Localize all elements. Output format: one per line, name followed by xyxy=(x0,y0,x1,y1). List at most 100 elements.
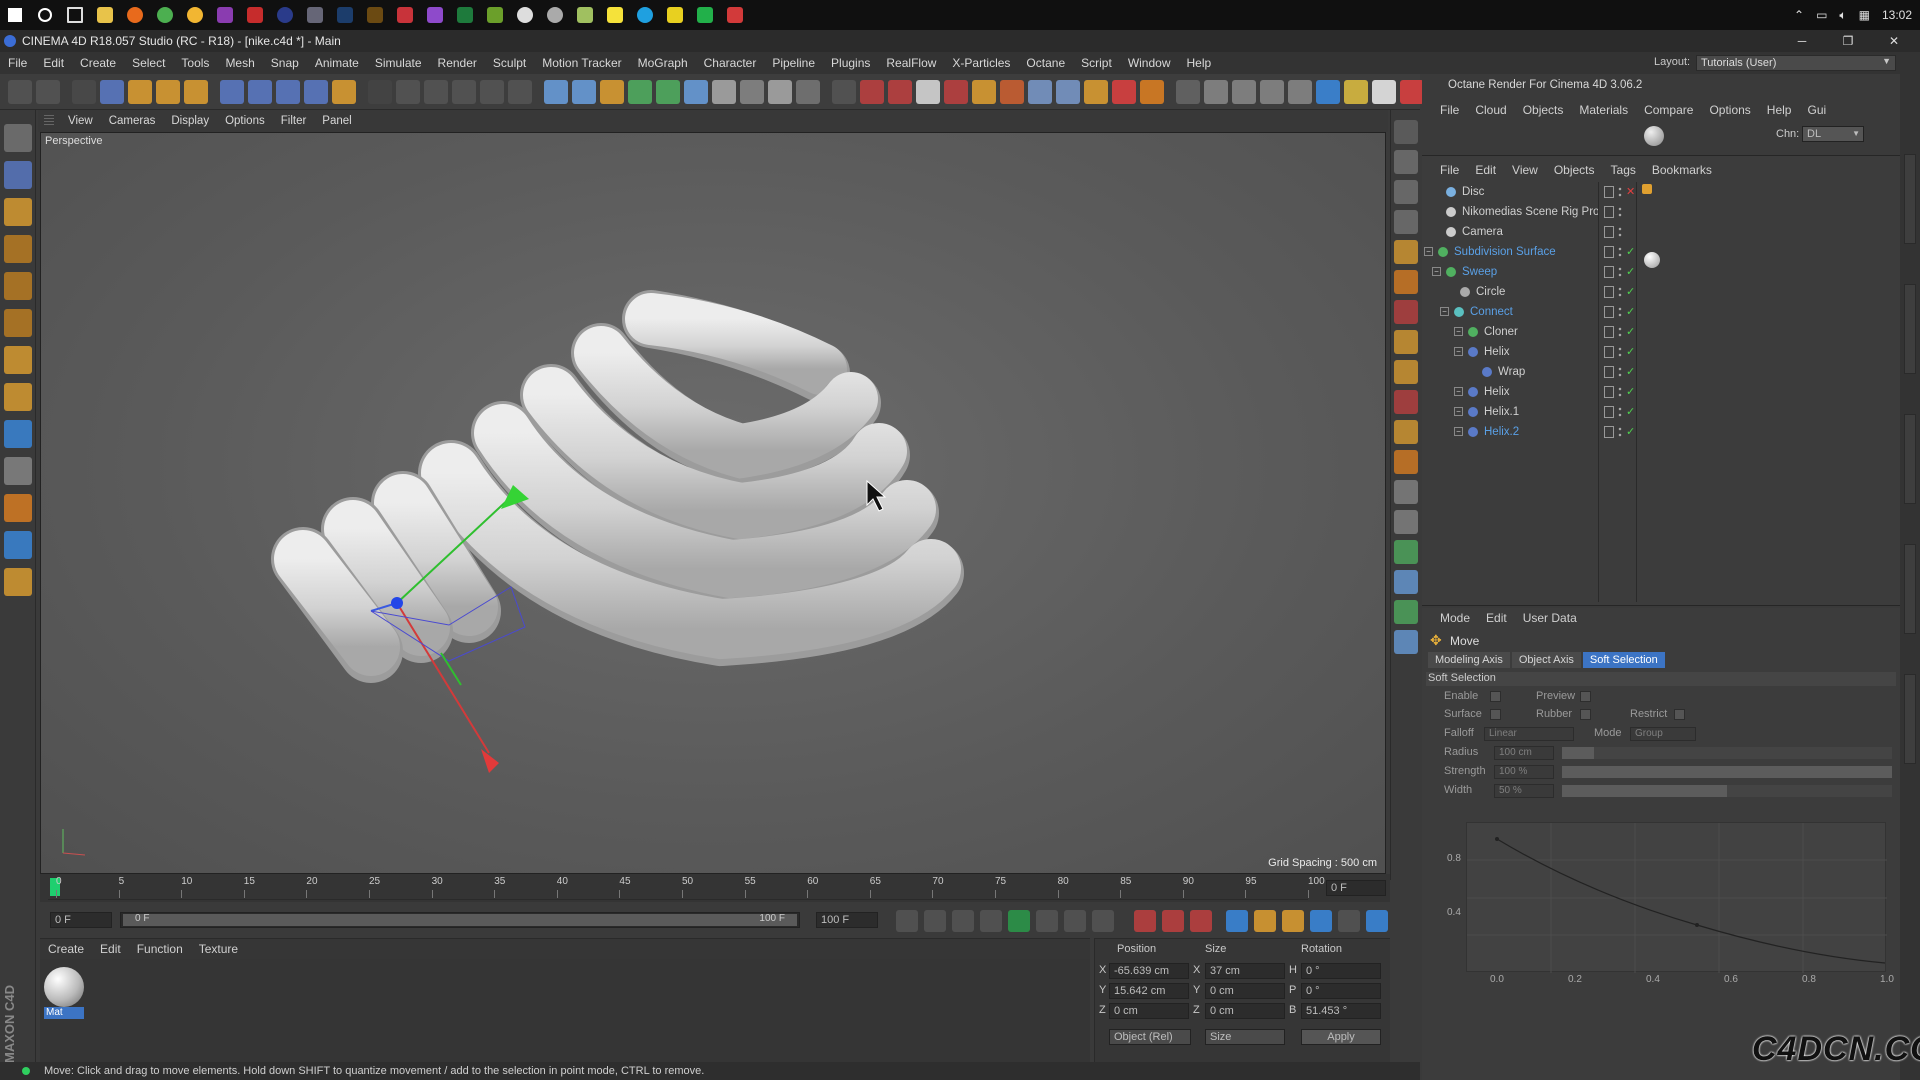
octane-menu-item[interactable]: Help xyxy=(1759,103,1800,117)
visibility-toggle-icon[interactable] xyxy=(1604,426,1614,438)
menu-item[interactable]: Animate xyxy=(307,52,367,74)
viewport-3d[interactable]: Perspective Grid Spacing : 500 cm xyxy=(40,132,1386,874)
toolbar-icon[interactable] xyxy=(100,80,124,104)
toolbar-icon[interactable] xyxy=(220,80,244,104)
toolbar-icon[interactable] xyxy=(248,80,272,104)
octane-sphere-icon[interactable] xyxy=(1644,126,1664,146)
app-yellow-icon[interactable] xyxy=(180,0,210,30)
expand-toggle-icon[interactable]: − xyxy=(1424,247,1433,256)
excel-icon[interactable] xyxy=(450,0,480,30)
render-dots-icon[interactable] xyxy=(1618,186,1622,198)
toolbar-icon[interactable] xyxy=(972,80,996,104)
material-menu-item[interactable]: Function xyxy=(129,942,191,956)
toolbar-icon[interactable] xyxy=(72,80,96,104)
menu-item[interactable]: MoGraph xyxy=(630,52,696,74)
size-field[interactable]: 37 cm xyxy=(1205,963,1285,979)
render-dots-icon[interactable] xyxy=(1618,326,1622,338)
strength-slider[interactable] xyxy=(1562,766,1892,778)
radius-slider[interactable] xyxy=(1562,747,1892,759)
app-globe-icon[interactable] xyxy=(540,0,570,30)
disabled-x-icon[interactable]: ✕ xyxy=(1626,182,1635,202)
app-grey-icon[interactable] xyxy=(300,0,330,30)
visibility-toggle-icon[interactable] xyxy=(1604,366,1614,378)
attribute-menu-item[interactable]: Mode xyxy=(1432,611,1478,625)
object-row[interactable]: − Connect ✓ xyxy=(1422,302,1900,322)
position-field[interactable]: 0 cm xyxy=(1109,1003,1189,1019)
right-tool-icon[interactable] xyxy=(1394,240,1418,264)
position-field[interactable]: -65.639 cm xyxy=(1109,963,1189,979)
toolbar-icon[interactable] xyxy=(572,80,596,104)
menu-item[interactable]: Snap xyxy=(263,52,307,74)
visibility-toggle-icon[interactable] xyxy=(1604,206,1614,218)
side-tab[interactable] xyxy=(1904,414,1916,504)
viewport-menu-item[interactable]: Panel xyxy=(314,110,359,132)
material-name[interactable]: Mat xyxy=(44,1007,84,1019)
app-yellow2-icon[interactable] xyxy=(660,0,690,30)
cinema4d-icon[interactable] xyxy=(270,0,300,30)
menu-item[interactable]: Create xyxy=(72,52,124,74)
object-row[interactable]: Disc ✕ xyxy=(1422,182,1900,202)
toolbar-icon[interactable] xyxy=(1056,80,1080,104)
object-row[interactable]: − Sweep ✓ xyxy=(1422,262,1900,282)
render-dots-icon[interactable] xyxy=(1618,426,1622,438)
right-tool-icon[interactable] xyxy=(1394,480,1418,504)
pla-key-button[interactable] xyxy=(1338,910,1360,932)
left-tool-icon[interactable] xyxy=(4,346,32,374)
octane-menu-item[interactable]: Compare xyxy=(1636,103,1701,117)
right-tool-icon[interactable] xyxy=(1394,330,1418,354)
right-tool-icon[interactable] xyxy=(1394,150,1418,174)
menu-item[interactable]: Character xyxy=(696,52,765,74)
toolbar-icon[interactable] xyxy=(276,80,300,104)
right-tool-icon[interactable] xyxy=(1394,210,1418,234)
left-tool-icon[interactable] xyxy=(4,272,32,300)
visibility-toggle-icon[interactable] xyxy=(1604,246,1614,258)
toolbar-icon[interactable] xyxy=(1112,80,1136,104)
menu-item[interactable]: Plugins xyxy=(823,52,878,74)
search-icon[interactable] xyxy=(30,0,60,30)
visibility-toggle-icon[interactable] xyxy=(1604,266,1614,278)
surface-checkbox[interactable] xyxy=(1490,709,1501,720)
end-frame-field[interactable]: 100 F xyxy=(816,912,878,928)
sticky-notes-icon[interactable] xyxy=(600,0,630,30)
right-tool-icon[interactable] xyxy=(1394,570,1418,594)
right-tool-icon[interactable] xyxy=(1394,360,1418,384)
render-dots-icon[interactable] xyxy=(1618,346,1622,358)
toolbar-icon[interactable] xyxy=(684,80,708,104)
layout-dropdown[interactable]: Tutorials (User) ▼ xyxy=(1696,55,1896,71)
enabled-check-icon[interactable]: ✓ xyxy=(1626,282,1635,302)
apply-button[interactable]: Apply xyxy=(1301,1029,1381,1045)
rotation-field[interactable]: 0 ° xyxy=(1301,983,1381,999)
right-tool-icon[interactable] xyxy=(1394,600,1418,624)
object-row[interactable]: Nikomedias Scene Rig Pro xyxy=(1422,202,1900,222)
expand-toggle-icon[interactable]: − xyxy=(1454,387,1463,396)
toolbar-icon[interactable] xyxy=(1140,80,1164,104)
side-tab[interactable] xyxy=(1904,284,1916,374)
position-field[interactable]: 15.642 cm xyxy=(1109,983,1189,999)
visibility-toggle-icon[interactable] xyxy=(1604,306,1614,318)
expand-toggle-icon[interactable]: − xyxy=(1454,407,1463,416)
toolbar-icon[interactable] xyxy=(544,80,568,104)
left-tool-icon[interactable] xyxy=(4,494,32,522)
range-slider[interactable]: 0 F 100 F xyxy=(120,912,800,928)
left-tool-icon[interactable] xyxy=(4,531,32,559)
chn-dropdown[interactable]: DL ▼ xyxy=(1802,126,1864,142)
left-tool-icon[interactable] xyxy=(4,383,32,411)
attribute-menu-item[interactable]: Edit xyxy=(1478,611,1515,625)
toolbar-icon[interactable] xyxy=(8,80,32,104)
coord-size-dropdown[interactable]: Size xyxy=(1205,1029,1285,1045)
left-tool-icon[interactable] xyxy=(4,420,32,448)
acrobat-icon[interactable] xyxy=(240,0,270,30)
left-tool-icon[interactable] xyxy=(4,198,32,226)
toolbar-icon[interactable] xyxy=(656,80,680,104)
render-dots-icon[interactable] xyxy=(1618,386,1622,398)
side-tab[interactable] xyxy=(1904,154,1916,244)
attribute-tab[interactable]: Object Axis xyxy=(1511,652,1581,668)
menu-item[interactable]: Pipeline xyxy=(764,52,823,74)
toolbar-icon[interactable] xyxy=(1176,80,1200,104)
object-row[interactable]: − Helix.2 ✓ xyxy=(1422,422,1900,442)
right-tool-icon[interactable] xyxy=(1394,510,1418,534)
enabled-check-icon[interactable]: ✓ xyxy=(1626,342,1635,362)
rotation-field[interactable]: 51.453 ° xyxy=(1301,1003,1381,1019)
toolbar-icon[interactable] xyxy=(128,80,152,104)
enabled-check-icon[interactable]: ✓ xyxy=(1626,362,1635,382)
